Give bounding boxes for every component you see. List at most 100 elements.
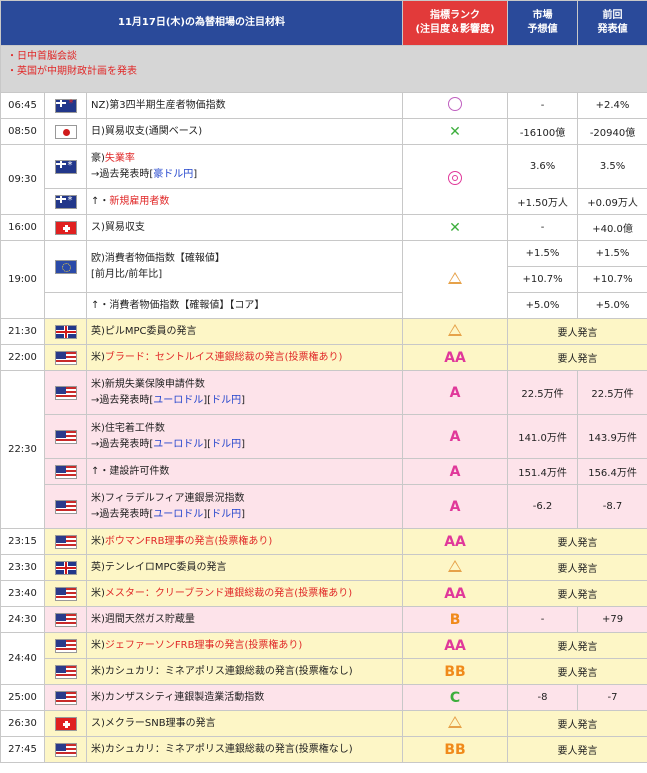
table-row: 26:30 ス)メクラーSNB理事の発言 要人発言	[0, 710, 647, 737]
forecast-value: +10.7%	[507, 266, 579, 293]
rank-badge: C	[402, 684, 509, 711]
forecast-value: -	[507, 214, 579, 241]
previous-value: +0.09万人	[577, 188, 647, 215]
table-row: 24:40 米)ジェファーソンFRB理事の発言(投票権あり) AA 要人発言	[0, 632, 647, 685]
table-row: 23:30 英)テンレイロMPC委員の発言 要人発言	[0, 554, 647, 581]
summary-row: ・日中首脳会談 ・英国が中期財政計画を発表	[0, 45, 647, 93]
time-cell: 23:30	[0, 554, 45, 581]
rank-badge: AA	[402, 632, 509, 659]
eurusd-link[interactable]: ユーロドル	[153, 395, 203, 406]
time-cell: 09:30	[0, 144, 45, 215]
australia-flag-icon	[54, 194, 77, 209]
switzerland-flag-icon	[54, 716, 77, 731]
usdjpy-link[interactable]: ドル円	[211, 509, 241, 520]
forecast-value: 141.0万件	[507, 414, 579, 459]
event-name: 英)テンレイロMPC委員の発言	[85, 554, 404, 581]
speech-note: 要人発言	[507, 344, 647, 371]
us-flag-icon	[54, 664, 77, 679]
table-row: 21:30 英)ピルMPC委員の発言 要人発言	[0, 318, 647, 345]
previous-value: +40.0億	[577, 214, 647, 241]
speech-note: 要人発言	[507, 736, 647, 763]
eurusd-link[interactable]: ユーロドル	[153, 439, 203, 450]
table-row: 24:30 米)週間天然ガス貯蔵量 B - +79	[0, 606, 647, 633]
circle-rank-icon	[448, 96, 463, 111]
event-name: ↑・消費者物価指数【確報値】【コア】	[85, 292, 404, 319]
previous-value: -7	[577, 684, 647, 711]
rank-badge: AA	[402, 528, 509, 555]
forecast-value: +1.50万人	[507, 188, 579, 215]
rank-badge: AA	[402, 344, 509, 371]
forecast-value: -6.2	[507, 484, 579, 529]
australia-flag-icon	[54, 159, 77, 174]
table-row: 22:30 米)新規失業保険申請件数 →過去発表時[ユーロドル][ドル円] A …	[0, 370, 647, 529]
previous-value: +2.4%	[577, 92, 647, 119]
past-release-links: →過去発表時[ユーロドル][ドル円]	[91, 508, 245, 520]
rank-badge: AA	[402, 580, 509, 607]
japan-flag-icon	[54, 124, 77, 139]
past-release-links: →過去発表時[ユーロドル][ドル円]	[91, 394, 245, 406]
forecast-value: -	[507, 92, 579, 119]
us-flag-icon	[54, 612, 77, 627]
rank-badge: BB	[402, 658, 509, 685]
table-row: 米)カシュカリ：ミネアポリス連銀総裁の発言(投票権なし) BB 要人発言	[0, 658, 647, 685]
header-row: 11月17日(木)の為替相場の注目材料 指標ランク (注目度＆影響度) 市場 予想値…	[0, 0, 647, 46]
speech-note: 要人発言	[507, 528, 647, 555]
usdjpy-link[interactable]: ドル円	[211, 395, 241, 406]
us-flag-icon	[54, 499, 77, 514]
table-row: 06:45 NZ)第3四半期生産者物価指数 - +2.4%	[0, 92, 647, 119]
time-cell: 22:30	[0, 370, 45, 529]
event-name: 米)ブラード：セントルイス連銀総裁の発言(投票権あり)	[85, 344, 404, 371]
us-flag-icon	[54, 464, 77, 479]
time-cell: 24:30	[0, 606, 45, 633]
forecast-value: 22.5万件	[507, 370, 579, 415]
time-cell: 27:45	[0, 736, 45, 763]
speech-note: 要人発言	[507, 318, 647, 345]
previous-column-header: 前回 発表値	[577, 0, 647, 46]
previous-value: +79	[577, 606, 647, 633]
table-row: 25:00 米)カンザスシティ連銀製造業活動指数 C -8 -7	[0, 684, 647, 711]
table-row: 23:40 米)メスター：クリーブランド連銀総裁の発言(投票権あり) AA 要人…	[0, 580, 647, 607]
rank-column-header: 指標ランク (注目度＆影響度)	[402, 0, 509, 46]
forecast-value: 151.4万件	[507, 458, 579, 485]
us-flag-icon	[54, 429, 77, 444]
speech-note: 要人発言	[507, 580, 647, 607]
event-name: 米)カンザスシティ連銀製造業活動指数	[85, 684, 404, 711]
event-name: 米)カシュカリ：ミネアポリス連銀総裁の発言(投票権なし)	[85, 736, 404, 763]
table-row: ↑・新規雇用者数 +1.50万人 +0.09万人	[0, 188, 647, 215]
cross-rank-icon: ✕	[449, 219, 461, 236]
eu-flag-icon	[54, 259, 77, 274]
triangle-rank-icon	[448, 559, 463, 572]
us-flag-icon	[54, 534, 77, 549]
table-row: ↑・建設許可件数 A 151.4万件 156.4万件	[0, 458, 647, 485]
table-row: 19:00 欧)消費者物価指数【確報値】 [前月比/前年比] +1.5% +1.…	[0, 240, 647, 319]
event-name: ↑・新規雇用者数	[85, 188, 404, 215]
event-name: 豪)失業率	[91, 152, 135, 164]
us-flag-icon	[54, 742, 77, 757]
economic-calendar-table: 11月17日(木)の為替相場の注目材料 指標ランク (注目度＆影響度) 市場 予想値…	[0, 0, 647, 763]
forecast-value: -	[507, 606, 579, 633]
time-cell: 19:00	[0, 240, 45, 319]
triangle-rank-icon	[448, 715, 463, 728]
event-name: 米)メスター：クリーブランド連銀総裁の発言(投票権あり)	[85, 580, 404, 607]
time-cell: 26:30	[0, 710, 45, 737]
table-row: 22:00 米)ブラード：セントルイス連銀総裁の発言(投票権あり) AA 要人発…	[0, 344, 647, 371]
forecast-value: -8	[507, 684, 579, 711]
rank-badge: A	[402, 458, 509, 485]
time-cell: 21:30	[0, 318, 45, 345]
rank-badge: B	[402, 606, 509, 633]
audjpy-link[interactable]: 豪ドル円	[153, 169, 193, 180]
previous-value: 22.5万件	[577, 370, 647, 415]
usdjpy-link[interactable]: ドル円	[211, 439, 241, 450]
previous-value: 3.5%	[577, 144, 647, 189]
event-name: ス)メクラーSNB理事の発言	[85, 710, 404, 737]
table-row: 09:30 豪)失業率 →過去発表時[豪ドル円] 3.6% 3.5%	[0, 144, 647, 215]
event-name: 米)新規失業保険申請件数	[91, 378, 205, 390]
speech-note: 要人発言	[507, 554, 647, 581]
eurusd-link[interactable]: ユーロドル	[153, 509, 203, 520]
event-name: NZ)第3四半期生産者物価指数	[85, 92, 404, 119]
event-name: 米)ボウマンFRB理事の発言(投票権あり)	[85, 528, 404, 555]
summary-item: ・英国が中期財政計画を発表	[7, 66, 137, 77]
triangle-rank-icon	[448, 271, 463, 284]
event-name: ↑・建設許可件数	[85, 458, 404, 485]
uk-flag-icon	[54, 324, 77, 339]
